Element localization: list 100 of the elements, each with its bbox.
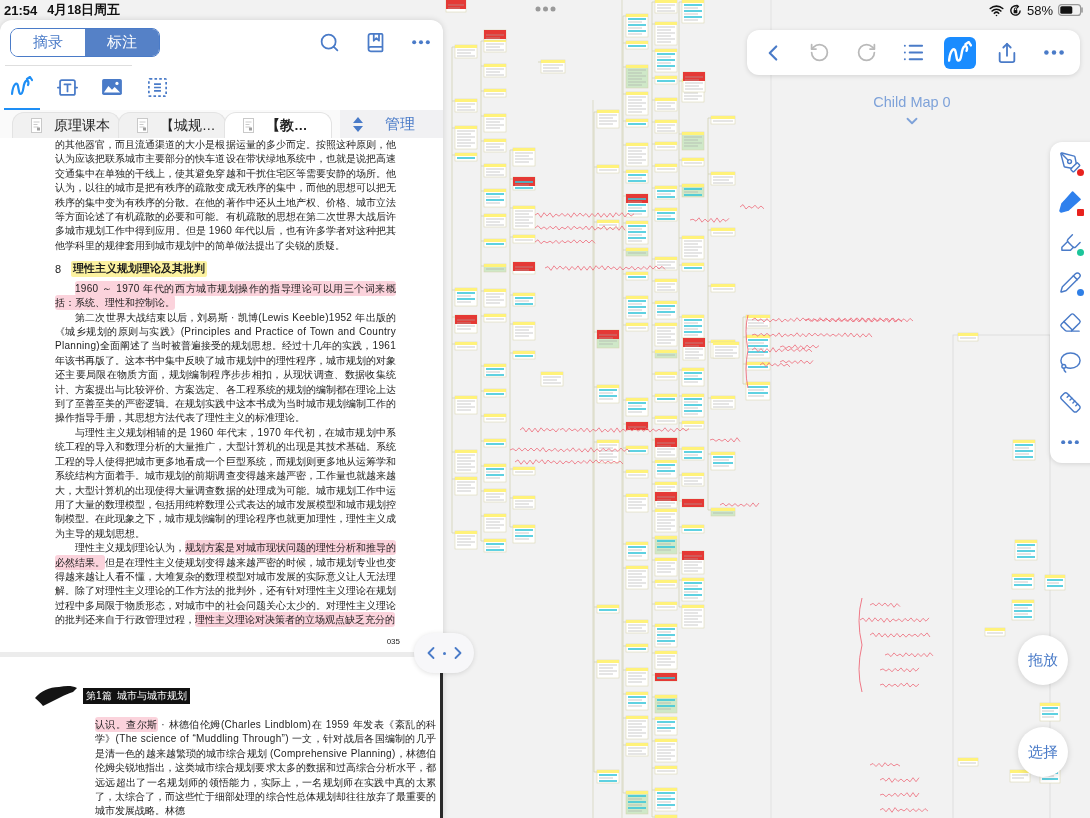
draw-button[interactable]: [944, 36, 977, 69]
more-icon[interactable]: [1061, 439, 1079, 445]
ruler-icon[interactable]: [1058, 390, 1082, 414]
mind-map-node: [596, 769, 620, 784]
mind-map-node: [654, 207, 678, 222]
mind-map-node: [710, 507, 736, 517]
handwritten-scribble: [869, 632, 931, 638]
mind-map-node: [1011, 599, 1035, 621]
mind-map-node: [681, 0, 705, 24]
mind-map-node: [454, 125, 478, 150]
marker-icon[interactable]: [1059, 191, 1081, 213]
mind-map-node: [512, 524, 536, 544]
mind-map-node: [681, 183, 705, 198]
canvas-mode-button[interactable]: 拖放: [1018, 635, 1068, 685]
mind-map-node: [654, 322, 678, 347]
mind-map-node: [710, 227, 736, 237]
mind-map-node: [654, 415, 678, 425]
section-number: 8: [55, 263, 62, 276]
mind-map-node: [483, 238, 507, 248]
mind-map-node: [596, 219, 620, 229]
mind-map-node: [454, 341, 478, 351]
document-tab[interactable]: 原理课本: [12, 112, 120, 138]
mind-map-node: [454, 530, 478, 550]
sort-arrows-icon[interactable]: [353, 116, 363, 132]
mind-map-node: [654, 694, 678, 714]
mind-map-node: [681, 446, 705, 461]
mind-map-node: [625, 715, 649, 740]
search-icon[interactable]: [318, 32, 340, 53]
text-box-icon: [56, 77, 78, 97]
mind-map-node: [454, 395, 478, 415]
mind-map-node: [745, 381, 771, 401]
handwritten-scribble: [689, 217, 730, 223]
mind-map-node: [625, 322, 649, 332]
mind-map-node: [454, 314, 478, 334]
mind-map-node: [957, 332, 979, 342]
mind-map-node: [654, 97, 678, 112]
handwritten-scribble: [879, 807, 929, 813]
mind-map-node: [654, 623, 678, 648]
battery-icon: [1058, 4, 1084, 16]
mind-map-node: [625, 64, 649, 89]
mind-map-node: [710, 115, 736, 125]
split-view-handle[interactable]: [414, 633, 474, 673]
mind-map-node: [654, 75, 678, 85]
brush-stroke-icon: [35, 685, 77, 706]
mind-map-node: [483, 213, 507, 228]
mind-map-node: [654, 787, 678, 812]
mind-map-node: [1014, 539, 1038, 561]
mind-map-node: [654, 508, 678, 533]
mind-map-node: [512, 176, 536, 191]
mind-map-node: [483, 263, 507, 273]
image-icon: [101, 78, 123, 96]
mind-map-node: [1009, 769, 1031, 783]
document-tab[interactable]: 【城规…: [118, 112, 226, 138]
mind-map-node: [454, 98, 478, 113]
body-paragraph: 认识。查尔斯 · 林德伯伦姆(Charles Lindblom)在 1959 年发表《紊乱的科学》(The science of “Muddling Through”) 一文，针对战后各国编制的几乎是清一色的越来越繁琐的城市综合规划 (Comprehensive Planning)，林德伯伦姆尖锐地指出，这类城市综合规划要求太多的数据和过高综合分析水平，都远远超出了一名规划师的领悟能力，实际上，一名规划师在实践中真的太累了，太综合了，而这些忙于细部处理的综合性总体规划却往往放弃了最重要的城市发展战略。林德: [95, 718, 436, 818]
canvas-mode-button[interactable]: 选择: [1018, 727, 1068, 777]
mind-map-node: [625, 397, 649, 417]
document-tab[interactable]: 【教…: [224, 112, 332, 138]
mind-map-node: [654, 716, 678, 736]
handwritten-scribble: [884, 652, 934, 658]
mind-map-node: [654, 48, 678, 73]
mind-map-node: [1011, 573, 1035, 590]
mind-map-node: [512, 234, 536, 244]
document-thumbnail-icon: [31, 118, 42, 133]
mind-map-node: [681, 472, 705, 487]
status-date: 4月18日周五: [47, 1, 121, 19]
mind-map-node: [654, 459, 678, 479]
branch-connector: [742, 316, 747, 385]
mind-map-node: [596, 164, 620, 174]
mind-map-node: [625, 193, 649, 218]
mind-map-node: [654, 141, 678, 151]
manage-button[interactable]: 管理: [385, 114, 415, 134]
more-icon[interactable]: [412, 40, 430, 45]
mind-map-node: [654, 371, 678, 381]
pencil-icon[interactable]: [1058, 270, 1082, 294]
mind-map-node: [512, 466, 536, 476]
handwritten-scribble: [879, 792, 920, 798]
squiggle-icon: [948, 40, 973, 65]
mind-map-node: [483, 188, 507, 208]
mind-map-node: [654, 21, 678, 46]
mind-map-node: [654, 278, 678, 293]
mind-map-node: [654, 814, 678, 818]
mind-map-node: [681, 604, 705, 629]
mind-map-node: [625, 790, 649, 815]
document-thumbnail-icon: [243, 118, 254, 133]
map-title[interactable]: Child Map 0: [873, 92, 951, 112]
multitasking-dots-icon[interactable]: [535, 6, 556, 12]
mind-map-node: [483, 138, 507, 153]
body-paragraph: 的其他器官，而且流通渠道的大小是根据运量的多少而定。按照这种原则，他认为应该把联系城市主要部分的快车道设在带状绿地系统中，也就是说把高速交通集中在单独的干线上，使其避免穿越和干扰住宅区等需要安静的场所。他认为，以往的城市是把有秩序的疏散变成无秩序的集中，而他的思想可以把无秩序的集中变为有秩序的分散。在他的著作中还从土地产权、价格、城市立法等方面论述了有机疏散的必要和可能。有机疏散的思想在第二次世界大战后许多城市规划工作中得到应用。但是 1960 年代以后，也有许多学者对这种把其他学科里的规律套用到城市规划中的简单做法提出了尖锐的质疑。: [55, 138, 396, 253]
eraser-icon[interactable]: [1058, 310, 1082, 334]
fountain-pen-icon[interactable]: [1058, 150, 1082, 174]
mode-tab[interactable]: 标注: [85, 29, 159, 56]
mind-map-node: [483, 363, 507, 378]
mind-map-node: [682, 71, 706, 93]
mind-map-node: [454, 287, 478, 307]
document-thumbnail-icon: [137, 118, 148, 133]
body-paragraph: 与理性主义规划相辅的是 1960 年代末，1970 年代初，在城市规划中系统工程的导入和数理分析的大量推广，大型计算机的出现是其技术基础。系统工程的导人使得把城市更多地看成一个巨型系统，而规划则更多地从运筹学和系统结构方面着手。城市规划的前期调查变得越来越严密，工作量也就越来越大，大型计算机的出现使得大量调查数据的处理成为可能。城市规划工作中运用了大量的数理模型，包括用纯粹数理公式表达的城市发展模型和城市规划控制模型。在此现象之下，城市规划编制的理论程序也就更加理性，理性主义成为主导的规划思想。: [55, 425, 396, 541]
lasso-icon[interactable]: [1058, 350, 1082, 374]
mind-map-node: [654, 491, 678, 509]
dot-icon: [442, 651, 446, 655]
